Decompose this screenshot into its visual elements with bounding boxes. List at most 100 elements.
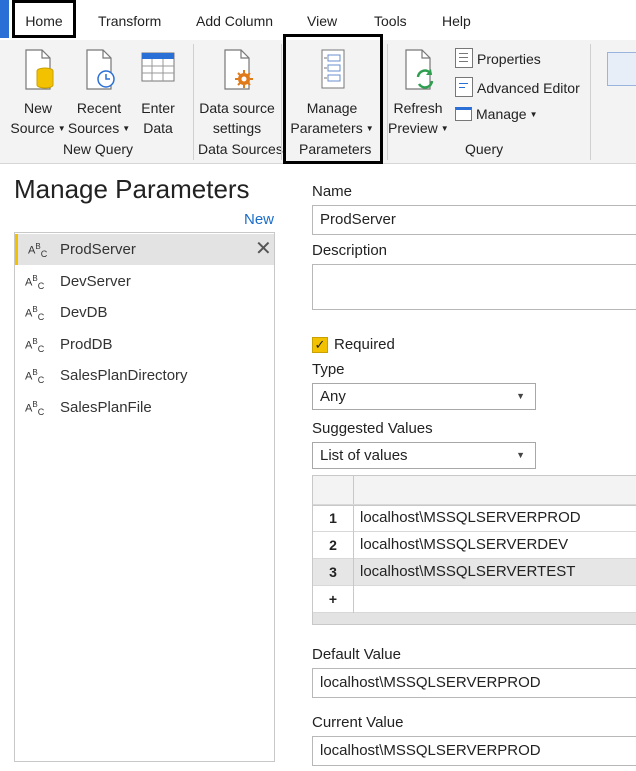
horizontal-scrollbar[interactable]: [313, 613, 636, 624]
new-source-icon: [25, 49, 54, 90]
description-input[interactable]: [312, 264, 636, 310]
group-label-data-sources: Data Sources: [198, 141, 283, 157]
suggested-values-label: Suggested Values: [312, 420, 433, 437]
grid-icon[interactable]: [607, 52, 636, 86]
add-row-icon[interactable]: +: [313, 586, 354, 613]
table-row[interactable]: 2 localhost\MSSQLSERVERDEV: [313, 532, 636, 559]
list-item[interactable]: ABC SalesPlanFile: [15, 392, 274, 423]
properties-button[interactable]: Properties: [455, 48, 541, 68]
properties-label: Properties: [477, 51, 541, 67]
new-source-label-1: New: [23, 100, 52, 116]
required-checkbox[interactable]: ✓: [312, 337, 328, 353]
values-grid: 1 localhost\MSSQLSERVERPROD 2 localhost\…: [312, 475, 636, 625]
row-value[interactable]: localhost\MSSQLSERVERDEV: [360, 536, 568, 553]
refresh-preview-label-2: Preview: [388, 120, 438, 136]
enter-data-label-2: Data: [143, 120, 173, 136]
text-type-icon: ABC: [25, 368, 45, 385]
refresh-preview-label-1: Refresh: [393, 100, 443, 116]
row-value[interactable]: localhost\MSSQLSERVERTEST: [360, 563, 575, 580]
text-type-icon: ABC: [25, 337, 45, 354]
data-source-settings-button[interactable]: Data source settings: [198, 47, 276, 138]
grid-corner: [313, 476, 354, 504]
parameter-name: ProdDB: [60, 336, 113, 353]
manage-caret-icon: ▼: [529, 110, 538, 119]
text-type-icon: ABC: [28, 242, 48, 259]
manage-table-icon: [455, 107, 472, 121]
text-type-icon: ABC: [25, 400, 45, 417]
list-item[interactable]: ABC ProdServer ✕: [15, 234, 274, 265]
data-source-settings-label-2: settings: [212, 120, 262, 136]
list-item[interactable]: ABC DevDB: [15, 297, 274, 328]
enter-data-button[interactable]: Enter Data: [134, 47, 182, 138]
dialog-title: Manage Parameters: [14, 174, 250, 204]
parameter-name: SalesPlanFile: [60, 399, 152, 416]
parameter-name: DevDB: [60, 304, 108, 321]
parameter-name: SalesPlanDirectory: [60, 367, 188, 384]
list-item[interactable]: ABC ProdDB: [15, 329, 274, 360]
recent-sources-label-2: Sources: [67, 120, 120, 136]
current-value-input[interactable]: localhost\MSSQLSERVERPROD: [312, 736, 636, 766]
type-select-value: Any: [320, 388, 346, 405]
parameter-name: DevServer: [60, 273, 131, 290]
list-item[interactable]: ABC DevServer: [15, 266, 274, 297]
tab-transform[interactable]: Transform: [98, 0, 161, 40]
recent-sources-icon: [86, 49, 115, 90]
current-value-label: Current Value: [312, 714, 404, 731]
default-value-input[interactable]: localhost\MSSQLSERVERPROD: [312, 668, 636, 698]
new-parameter-link[interactable]: New: [244, 211, 274, 228]
advanced-editor-button[interactable]: Advanced Editor: [455, 77, 580, 97]
parameter-name: ProdServer: [60, 241, 136, 258]
new-source-caret-icon: ▼: [57, 124, 66, 133]
suggested-values-select-value: List of values: [320, 447, 408, 464]
tab-accent-marker: [0, 0, 9, 38]
group-label-new-query: New Query: [63, 141, 134, 157]
refresh-preview-button[interactable]: Refresh Preview ▼: [388, 47, 449, 139]
row-value[interactable]: localhost\MSSQLSERVERPROD: [360, 509, 581, 526]
table-row[interactable]: 1 localhost\MSSQLSERVERPROD: [313, 505, 636, 532]
tab-home[interactable]: Home: [12, 0, 76, 38]
properties-icon: [455, 48, 473, 68]
tab-help[interactable]: Help: [442, 0, 471, 40]
delete-parameter-icon[interactable]: ✕: [255, 236, 272, 261]
required-label: Required: [334, 336, 395, 353]
recent-sources-label-1: Recent: [76, 100, 122, 116]
list-item[interactable]: ABC SalesPlanDirectory: [15, 360, 274, 391]
data-source-settings-label-1: Data source: [199, 100, 275, 116]
table-icon: [141, 52, 175, 82]
type-select[interactable]: Any ▼: [312, 383, 536, 410]
recent-sources-caret-icon: ▼: [122, 124, 131, 133]
manage-label: Manage: [476, 106, 527, 122]
new-source-button[interactable]: New Source ▼: [10, 47, 66, 139]
advanced-editor-label: Advanced Editor: [477, 80, 580, 96]
new-source-label-2: Source: [10, 120, 55, 136]
suggested-values-select[interactable]: List of values ▼: [312, 442, 536, 469]
chevron-down-icon: ▼: [516, 391, 525, 401]
recent-sources-button[interactable]: Recent Sources ▼: [66, 47, 132, 139]
description-label: Description: [312, 242, 388, 259]
row-number: 1: [313, 505, 354, 532]
text-type-icon: ABC: [25, 274, 45, 291]
refresh-preview-caret-icon: ▼: [440, 124, 449, 133]
tab-add-column[interactable]: Add Column: [196, 0, 273, 40]
grid-header-row: [313, 476, 636, 505]
table-row[interactable]: 3 localhost\MSSQLSERVERTEST: [313, 559, 636, 586]
ribbon-separator: [590, 44, 591, 160]
row-number: 2: [313, 532, 354, 559]
manage-button[interactable]: Manage ▼: [455, 106, 538, 122]
data-source-settings-icon: [224, 49, 253, 90]
row-number: 3: [313, 559, 354, 586]
chevron-down-icon: ▼: [516, 450, 525, 460]
name-input[interactable]: ProdServer: [312, 205, 636, 235]
type-label: Type: [312, 361, 345, 378]
text-type-icon: ABC: [25, 305, 45, 322]
group-label-query: Query: [465, 141, 504, 157]
add-row[interactable]: +: [313, 586, 636, 613]
advanced-editor-icon: [455, 77, 473, 97]
ribbon-separator: [281, 44, 282, 160]
ribbon-separator: [193, 44, 194, 160]
enter-data-label-1: Enter: [141, 100, 175, 116]
parameter-list: ABC ProdServer ✕ ABC DevServer ABC DevDB…: [14, 232, 275, 762]
refresh-icon: [405, 49, 434, 90]
name-label: Name: [312, 183, 353, 200]
default-value-label: Default Value: [312, 646, 401, 663]
